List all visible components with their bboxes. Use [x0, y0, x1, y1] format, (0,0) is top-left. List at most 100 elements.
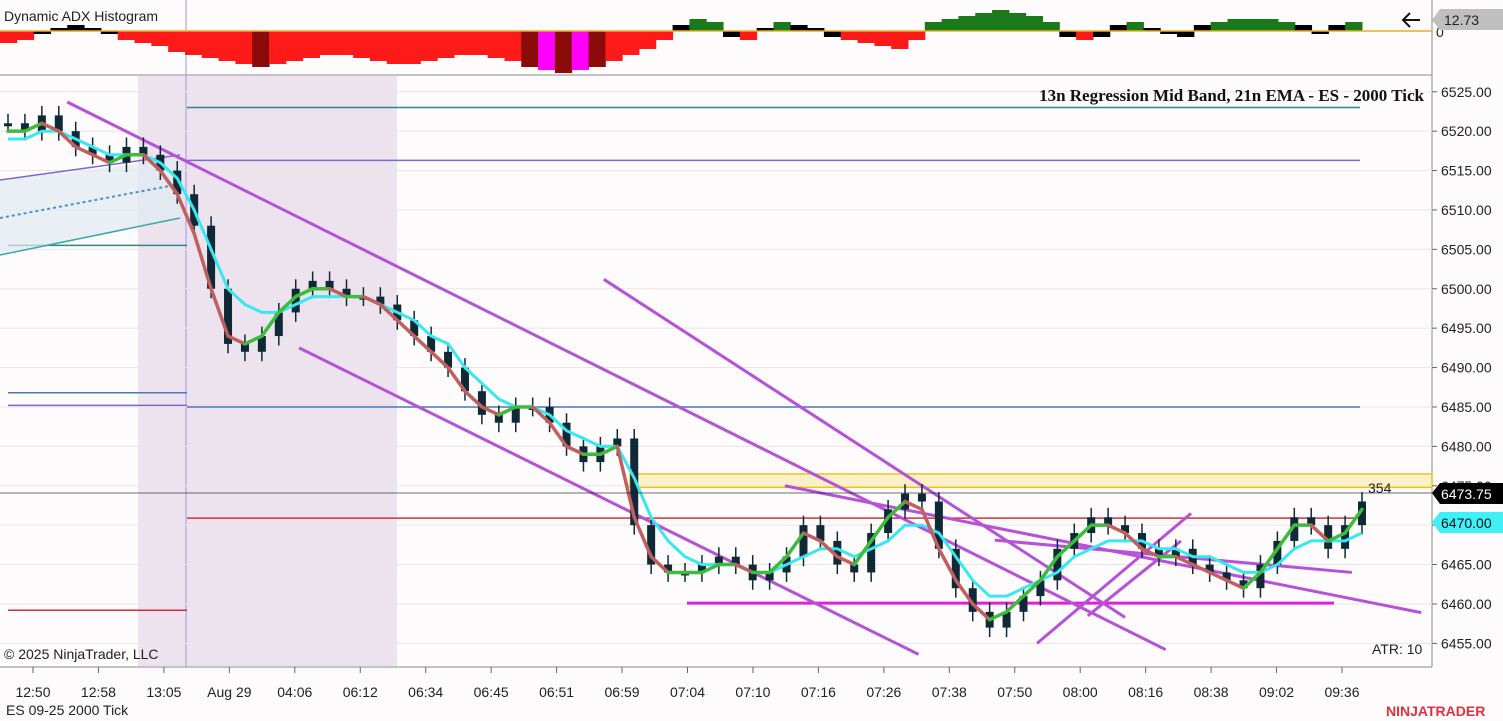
- ninjatrader-logo: NINJATRADER: [1386, 703, 1485, 719]
- adx-bar: [773, 22, 791, 31]
- adx-bar: [1092, 31, 1111, 37]
- adx-bar: [403, 31, 421, 64]
- adx-bar: [1177, 31, 1195, 37]
- y-tick-label: 6520.00: [1441, 123, 1492, 139]
- x-tick-label: 06:45: [474, 684, 509, 700]
- adx-bar: [1277, 22, 1296, 31]
- adx-bar: [739, 31, 758, 40]
- adx-bar: [1244, 19, 1262, 31]
- adx-bar: [1210, 22, 1228, 31]
- x-tick-label: 12:58: [81, 684, 116, 700]
- adx-bar: [605, 31, 623, 61]
- adx-bar: [319, 31, 337, 55]
- instrument-label: ES 09-25 2000 Tick: [6, 702, 129, 718]
- adx-bar: [638, 31, 657, 49]
- adx-bar: [622, 31, 640, 55]
- x-tick-label: 07:38: [932, 684, 967, 700]
- candle-body: [799, 525, 808, 557]
- y-tick-label: 6510.00: [1441, 202, 1492, 218]
- x-tick-label: 06:12: [343, 684, 378, 700]
- x-tick-label: 08:16: [1128, 684, 1163, 700]
- adx-bar: [168, 31, 186, 52]
- adx-bar: [521, 31, 539, 67]
- y-tick-label: 6460.00: [1441, 596, 1492, 612]
- adx-bar: [470, 31, 489, 55]
- adx-value-label: 12.73: [1444, 12, 1479, 28]
- adx-bar: [218, 31, 236, 61]
- adx-bar: [1294, 25, 1313, 31]
- adx-bar: [857, 31, 875, 43]
- adx-bar: [1109, 25, 1128, 31]
- adx-bar: [67, 25, 85, 31]
- adx-bar: [353, 31, 371, 58]
- x-tick-label: 06:51: [539, 684, 574, 700]
- y-tick-label: 6500.00: [1441, 281, 1492, 297]
- adx-bar: [336, 31, 354, 55]
- adx-bar: [723, 31, 741, 37]
- adx-bar: [1025, 16, 1044, 31]
- adx-bar: [891, 31, 909, 49]
- adx-bar: [151, 31, 169, 46]
- adx-bar: [840, 31, 859, 40]
- indicator-title: Dynamic ADX Histogram: [4, 8, 158, 24]
- adx-bar: [1345, 22, 1363, 31]
- y-tick-label: 6490.00: [1441, 360, 1492, 376]
- adx-bar: [975, 13, 993, 31]
- y-tick-label: 6455.00: [1441, 635, 1492, 651]
- adx-bar: [1227, 19, 1245, 31]
- adx-bar: [706, 22, 724, 31]
- chart-title: 13n Regression Mid Band, 21n EMA - ES - …: [1039, 86, 1424, 105]
- adx-bar: [1126, 22, 1144, 31]
- adx-bar: [1042, 22, 1060, 31]
- chart-canvas[interactable]: 6525.00 6520.00 6515.00 6510.00 6505.00 6500.…: [0, 0, 1503, 721]
- adx-bar: [1328, 25, 1346, 31]
- adx-bar: [235, 31, 253, 64]
- x-tick-label: 06:59: [605, 684, 640, 700]
- adx-bar: [823, 31, 842, 37]
- x-tick-label: Aug 29: [207, 684, 252, 700]
- candle-body: [917, 493, 926, 502]
- adx-bar: [538, 31, 556, 70]
- atr-label: ATR: 10: [1372, 641, 1423, 657]
- last-price-label: 6473.75: [1441, 486, 1492, 502]
- copyright-text: © 2025 NinjaTrader, LLC: [4, 646, 159, 662]
- adx-bar: [369, 31, 388, 61]
- adx-bar: [941, 19, 959, 31]
- y-tick-label: 6485.00: [1441, 399, 1492, 415]
- adx-bar: [1261, 19, 1279, 31]
- adx-bar: [655, 31, 674, 40]
- adx-bar: [790, 25, 808, 31]
- x-tick-label: 09:02: [1259, 684, 1294, 700]
- adx-bar: [1008, 13, 1027, 31]
- ema-price-tag: 6470.00: [1432, 512, 1503, 533]
- x-tick-label: 07:10: [735, 684, 770, 700]
- adx-bar: [1059, 31, 1077, 37]
- x-tick-label: 13:05: [146, 684, 181, 700]
- y-tick-label: 6525.00: [1441, 84, 1492, 100]
- adx-bar: [554, 31, 573, 73]
- adx-bar: [16, 31, 35, 40]
- x-tick-label: 08:38: [1194, 684, 1229, 700]
- adx-bar: [487, 31, 505, 58]
- adx-bar: [420, 31, 438, 61]
- adx-bar: [386, 31, 405, 64]
- x-tick-label: 09:36: [1324, 684, 1359, 700]
- adx-bar: [908, 31, 926, 40]
- y-tick-label: 6480.00: [1441, 438, 1492, 454]
- y-tick-label: 6495.00: [1441, 320, 1492, 336]
- y-tick-label: 6505.00: [1441, 241, 1492, 257]
- adx-bar: [1193, 25, 1212, 31]
- x-tick-label: 06:34: [408, 684, 443, 700]
- x-tick-label: 07:26: [866, 684, 901, 700]
- x-tick-label: 12:50: [15, 684, 50, 700]
- y-tick-label: 6515.00: [1441, 163, 1492, 179]
- candle-body: [4, 123, 12, 127]
- x-tick-label: 07:04: [670, 684, 705, 700]
- adx-bar: [184, 31, 203, 55]
- adx-bar: [1076, 31, 1094, 40]
- adx-bar: [0, 31, 18, 43]
- adx-bar: [302, 31, 320, 58]
- adx-bar: [285, 31, 304, 61]
- price-axis[interactable]: 6525.00 6520.00 6515.00 6510.00 6505.00 6500.…: [1432, 84, 1492, 652]
- x-tick-label: 07:16: [801, 684, 836, 700]
